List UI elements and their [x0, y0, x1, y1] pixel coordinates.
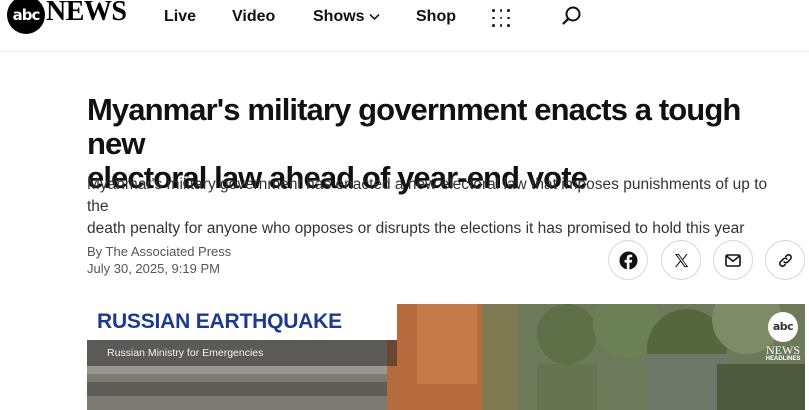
search-icon[interactable] [561, 5, 583, 27]
headline-line-1: Myanmar's military government enacts a t… [87, 92, 741, 161]
nav-shows[interactable]: Shows [313, 8, 380, 26]
news-wordmark: NEWS [46, 0, 127, 27]
publish-timestamp: July 30, 2025, 9:19 PM [87, 261, 220, 276]
nav-shop[interactable]: Shop [416, 8, 456, 26]
subhead-line-2: death penalty for anyone who opposes or … [87, 220, 745, 237]
video-player[interactable]: RUSSIAN EARTHQUAKE Russian Ministry for … [87, 304, 805, 410]
subhead-line-1: Myanmar's military government has enacte… [87, 176, 768, 215]
watermark-news: NEWS [766, 343, 800, 357]
nav-shows-label: Shows [313, 8, 365, 25]
link-icon [778, 253, 792, 267]
grid-menu-icon[interactable] [492, 9, 510, 27]
nav-video[interactable]: Video [232, 8, 275, 26]
site-header: abc NEWS Live Video Shows Shop [0, 0, 809, 52]
abc-news-logo[interactable]: abc NEWS [7, 0, 127, 34]
share-facebook-button[interactable] [608, 240, 648, 280]
article-subhead: Myanmar's military government has enacte… [87, 174, 787, 240]
abc-logo-mark: abc [7, 0, 45, 34]
copy-link-button[interactable] [765, 240, 805, 280]
byline: By The Associated Press July 30, 2025, 9… [87, 243, 231, 277]
mail-icon [725, 253, 741, 267]
author: By The Associated Press [87, 244, 232, 259]
chevron-down-icon [368, 13, 380, 21]
share-email-button[interactable] [713, 240, 753, 280]
abc-news-watermark: abc NEWS HEADLINES [761, 312, 805, 363]
watermark-headlines: HEADLINES [765, 356, 801, 362]
facebook-icon [618, 250, 638, 270]
lower-third-title: RUSSIAN EARTHQUAKE [87, 304, 397, 340]
nav-live[interactable]: Live [164, 8, 196, 26]
lower-third: RUSSIAN EARTHQUAKE Russian Ministry for … [87, 304, 397, 366]
watermark-abc: abc [768, 312, 798, 342]
x-icon [674, 253, 688, 267]
share-x-button[interactable] [661, 240, 701, 280]
lower-third-source: Russian Ministry for Emergencies [87, 340, 397, 366]
